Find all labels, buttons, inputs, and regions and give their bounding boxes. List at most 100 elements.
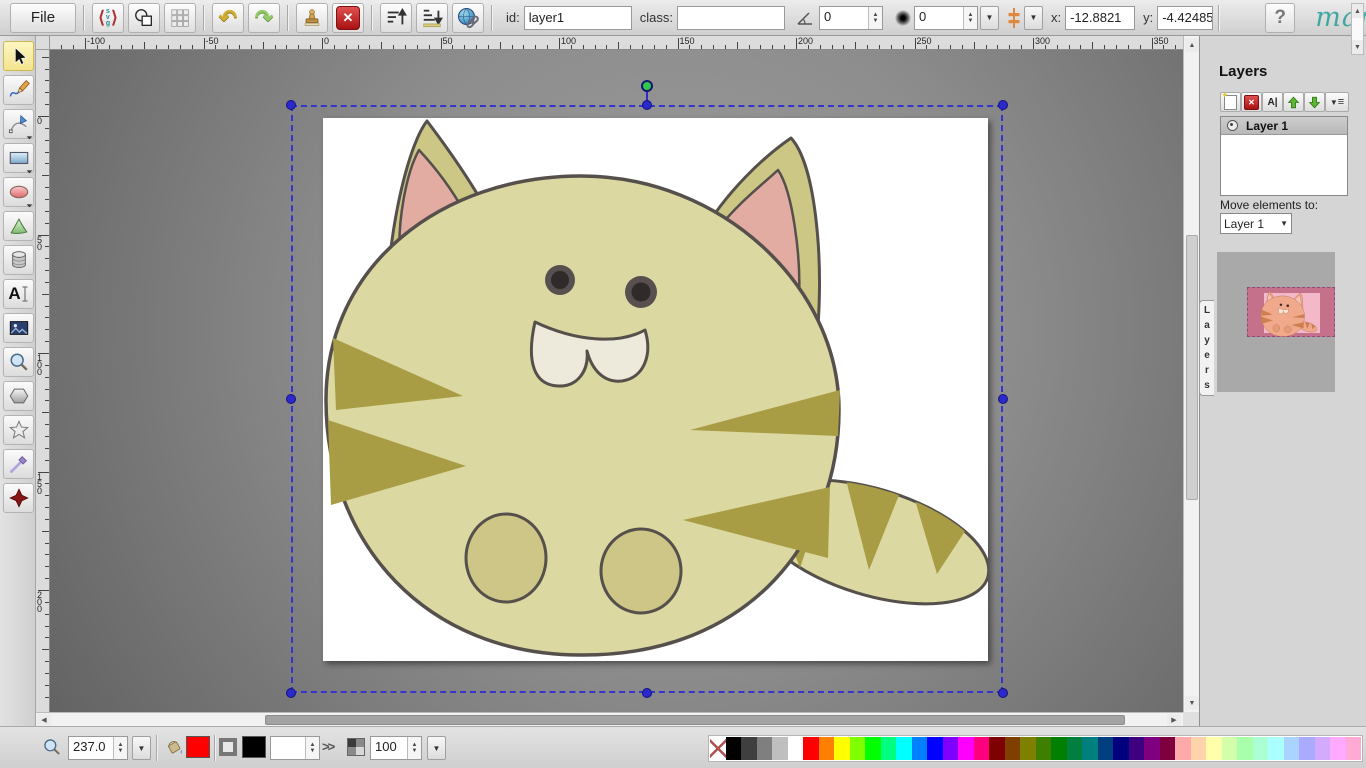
stroke-style-button[interactable]: >> <box>322 739 333 754</box>
palette-swatch[interactable] <box>819 737 835 760</box>
new-layer-button[interactable]: ✦ <box>1220 92 1241 112</box>
layer-menu-button[interactable]: ▼≡ <box>1325 92 1349 112</box>
selection-handle-sw[interactable] <box>286 688 296 698</box>
zoom-dropdown-button[interactable]: ▼ <box>132 736 151 760</box>
scroll-right-button[interactable]: ▶ <box>1167 714 1181 726</box>
move-to-top-button[interactable] <box>380 3 412 33</box>
opacity-stepper[interactable]: ▲▼ <box>407 737 421 759</box>
horizontal-scrollbar[interactable]: ◀ ▶ <box>36 712 1183 726</box>
palette-swatch[interactable] <box>974 737 990 760</box>
file-menu-button[interactable]: File <box>10 3 76 33</box>
move-elements-select[interactable]: Layer 1 ▼ <box>1220 213 1292 234</box>
shape-library-tool-button[interactable] <box>3 245 34 275</box>
palette-swatch[interactable] <box>989 737 1005 760</box>
navigator-thumbnail[interactable] <box>1247 287 1335 337</box>
scroll-up-button[interactable]: ▲ <box>1185 38 1199 52</box>
palette-swatch[interactable] <box>1082 737 1098 760</box>
palette-swatch[interactable] <box>927 737 943 760</box>
palette-swatch[interactable] <box>881 737 897 760</box>
palette-swatch[interactable] <box>1175 737 1191 760</box>
image-tool-button[interactable] <box>3 313 34 343</box>
angle-stepper[interactable]: ▲▼ <box>868 7 882 29</box>
selection-handle-nw[interactable] <box>286 100 296 110</box>
palette-swatch[interactable] <box>1206 737 1222 760</box>
palette-swatch[interactable] <box>912 737 928 760</box>
layers-side-tab[interactable]: Layers <box>1199 300 1214 396</box>
palette-swatch[interactable] <box>1098 737 1114 760</box>
stroke-color-swatch[interactable] <box>242 736 266 758</box>
palette-swatch[interactable] <box>1268 737 1284 760</box>
ellipse-tool-button[interactable] <box>3 177 34 207</box>
help-button[interactable]: ? <box>1265 3 1295 33</box>
palette-swatch[interactable] <box>1005 737 1021 760</box>
palette-swatch[interactable] <box>1299 737 1315 760</box>
y-input[interactable]: -4.42485 <box>1157 6 1213 30</box>
class-input[interactable] <box>677 6 785 30</box>
horizontal-scroll-thumb[interactable] <box>265 715 1125 725</box>
panel-scroll-down-button[interactable]: ▼ <box>1352 40 1363 54</box>
rename-layer-button[interactable]: A| <box>1262 92 1283 112</box>
panel-scroll-up-button[interactable]: ▲ <box>1352 4 1363 18</box>
delete-layer-button[interactable]: ✕ <box>1241 92 1262 112</box>
blur-input[interactable]: 0 ▲▼ <box>914 6 978 30</box>
make-link-button[interactable] <box>452 3 484 33</box>
edit-source-button[interactable]: ⟨svg⟩ <box>92 3 124 33</box>
palette-swatch[interactable] <box>943 737 959 760</box>
align-dropdown-button[interactable]: ▼ <box>1024 6 1043 30</box>
connector-tool-button[interactable] <box>3 483 34 513</box>
scroll-left-button[interactable]: ◀ <box>37 714 51 726</box>
vertical-scroll-thumb[interactable] <box>1186 235 1198 500</box>
star-tool-button[interactable] <box>3 415 34 445</box>
blur-dropdown-button[interactable]: ▼ <box>980 6 999 30</box>
palette-swatch[interactable] <box>726 737 742 760</box>
selection-handle-ne[interactable] <box>998 100 1008 110</box>
rotate-handle[interactable] <box>641 80 653 92</box>
redo-button[interactable]: ↷ <box>248 3 280 33</box>
palette-swatch[interactable] <box>865 737 881 760</box>
selection-handle-e[interactable] <box>998 394 1008 404</box>
palette-swatch[interactable] <box>1330 737 1346 760</box>
zoom-stepper[interactable]: ▲▼ <box>113 737 127 759</box>
vertical-scrollbar[interactable]: ▲ ▼ <box>1183 36 1199 712</box>
canvas-workspace[interactable] <box>50 50 1183 712</box>
palette-swatch[interactable] <box>896 737 912 760</box>
opacity-dropdown-button[interactable]: ▼ <box>427 736 446 760</box>
palette-swatch[interactable] <box>834 737 850 760</box>
palette-swatch[interactable] <box>1144 737 1160 760</box>
palette-swatch[interactable] <box>741 737 757 760</box>
opacity-input[interactable]: 100 ▲▼ <box>370 736 422 760</box>
editor-preferences-button[interactable] <box>164 3 196 33</box>
palette-swatch[interactable] <box>1020 737 1036 760</box>
palette-swatch[interactable] <box>1222 737 1238 760</box>
palette-swatch[interactable] <box>772 737 788 760</box>
polygon-tool-button[interactable] <box>3 381 34 411</box>
move-to-bottom-button[interactable] <box>416 3 448 33</box>
zoom-level-input[interactable]: 237.0 ▲▼ <box>68 736 128 760</box>
undo-button[interactable]: ↶ <box>212 3 244 33</box>
palette-swatch[interactable] <box>1191 737 1207 760</box>
fill-color-swatch[interactable] <box>186 736 210 758</box>
palette-swatch[interactable] <box>1284 737 1300 760</box>
palette-swatch[interactable] <box>850 737 866 760</box>
palette-swatch[interactable] <box>1067 737 1083 760</box>
layer-row[interactable]: Layer 1 <box>1221 117 1347 135</box>
stroke-width-input[interactable]: ▲▼ <box>270 736 320 760</box>
panel-scrollbar[interactable]: ▲ ▼ <box>1351 3 1364 55</box>
palette-swatch[interactable] <box>1129 737 1145 760</box>
palette-swatch[interactable] <box>958 737 974 760</box>
selection-handle-se[interactable] <box>998 688 1008 698</box>
palette-swatch[interactable] <box>1315 737 1331 760</box>
delete-button[interactable]: ✕ <box>332 3 364 33</box>
palette-swatch[interactable] <box>1346 737 1362 760</box>
stroke-width-stepper[interactable]: ▲▼ <box>305 737 319 759</box>
palette-swatch[interactable] <box>1113 737 1129 760</box>
palette-swatch[interactable] <box>788 737 804 760</box>
palette-swatch[interactable] <box>1051 737 1067 760</box>
fhpath-tool-button[interactable] <box>3 211 34 241</box>
raise-layer-button[interactable] <box>1283 92 1304 112</box>
clone-button[interactable] <box>296 3 328 33</box>
rectangle-tool-button[interactable] <box>3 143 34 173</box>
palette-swatch[interactable] <box>803 737 819 760</box>
palette-swatch[interactable] <box>757 737 773 760</box>
x-input[interactable]: -12.8821 <box>1065 6 1135 30</box>
